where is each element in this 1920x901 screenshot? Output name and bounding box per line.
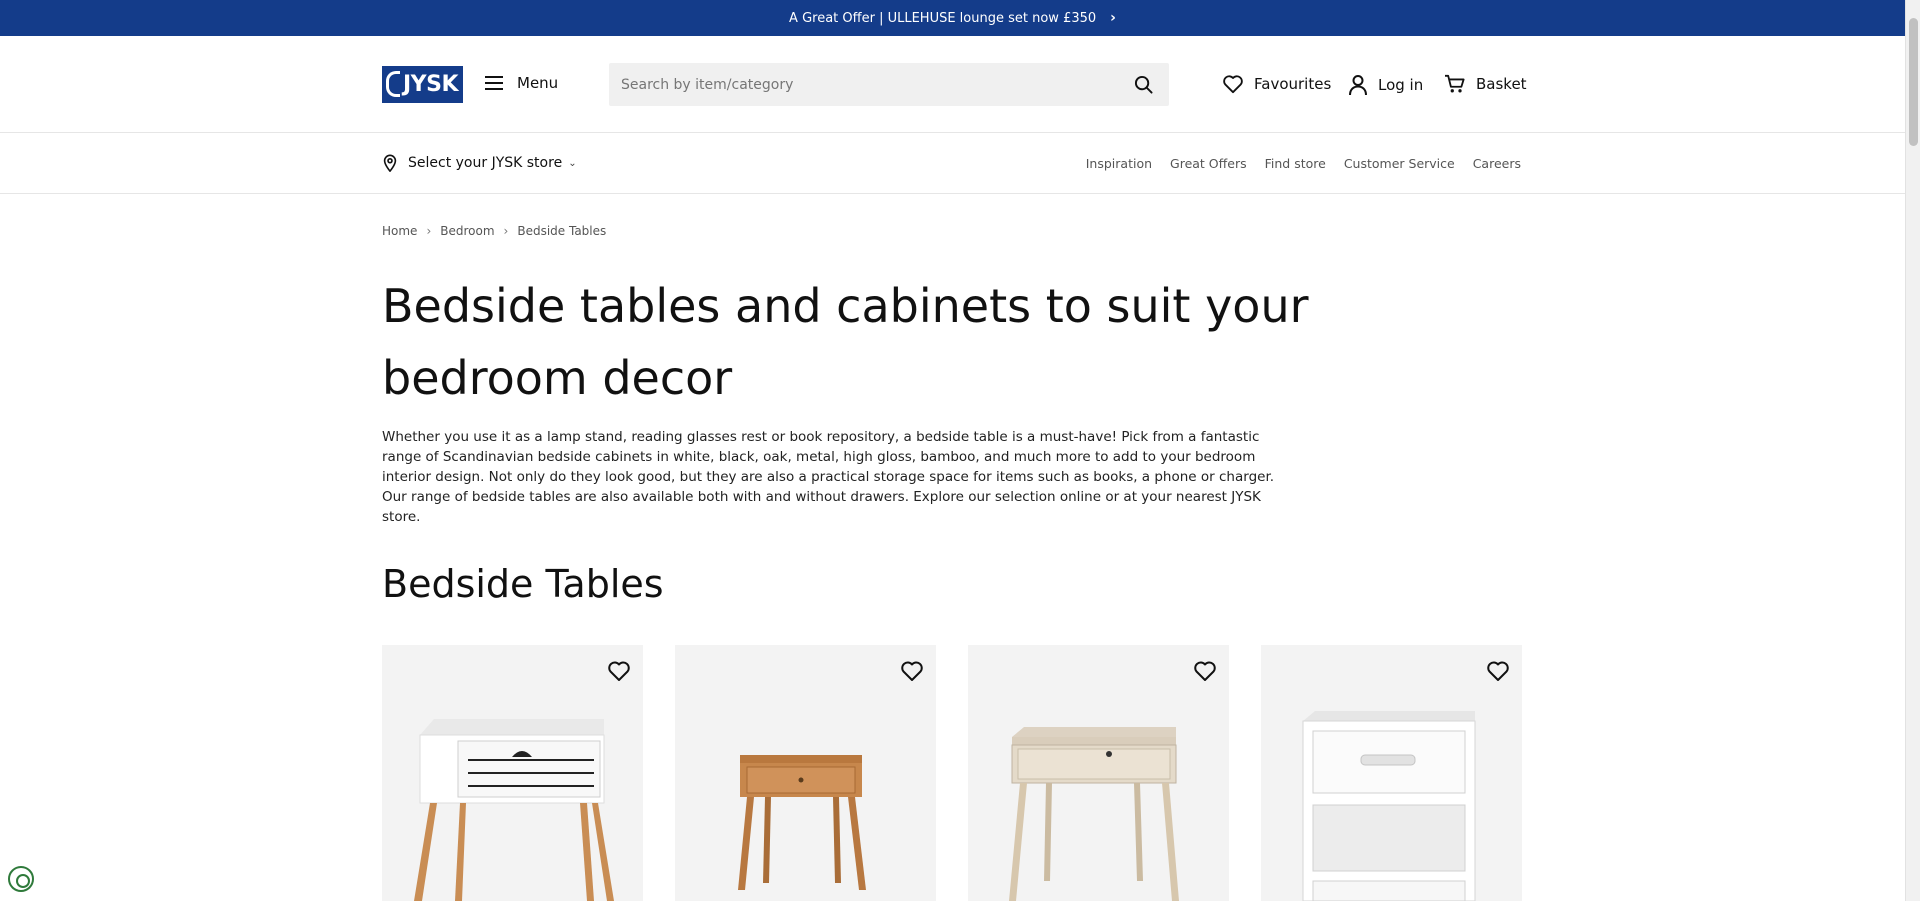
logo-text: JYSK [402, 72, 459, 97]
product-card[interactable] [675, 645, 936, 901]
product-image [1009, 727, 1179, 901]
store-label: Select your JYSK store [408, 155, 563, 171]
subnav-links: Inspiration Great Offers Find store Cust… [1086, 156, 1521, 171]
intro-text: Whether you use it as a lamp stand, read… [382, 429, 1275, 525]
breadcrumb-bedroom[interactable]: Bedroom [440, 224, 494, 238]
product-image [414, 719, 614, 901]
nav-careers[interactable]: Careers [1473, 156, 1521, 171]
accessibility-badge-icon[interactable] [8, 866, 34, 892]
product-card[interactable] [968, 645, 1229, 901]
breadcrumb-separator-icon: › [426, 224, 432, 238]
product-image [1302, 711, 1476, 901]
location-pin-icon [383, 154, 397, 172]
search-bar [609, 63, 1169, 106]
menu-label: Menu [517, 74, 559, 92]
jysk-logo[interactable]: JYSK [382, 66, 463, 103]
login-link[interactable]: Log in [1348, 74, 1423, 96]
nav-find-store[interactable]: Find store [1265, 156, 1326, 171]
login-label: Log in [1378, 76, 1424, 94]
heart-icon [1223, 75, 1243, 94]
search-icon[interactable] [1134, 75, 1153, 94]
chevron-down-icon: ⌄ [568, 157, 577, 169]
favourites-link[interactable]: Favourites [1222, 74, 1331, 94]
sub-navigation: Select your JYSK store ⌄ Inspiration Gre… [0, 134, 1905, 194]
breadcrumb: Home › Bedroom › Bedside Tables [382, 224, 606, 238]
basket-link[interactable]: Basket [1444, 74, 1527, 94]
logo-bird-icon [386, 71, 400, 97]
promo-banner[interactable]: A Great Offer | ULLEHUSE lounge set now … [0, 0, 1905, 36]
breadcrumb-home[interactable]: Home [382, 224, 417, 238]
basket-label: Basket [1476, 75, 1527, 93]
site-header: JYSK Menu Favourites Log in Basket [0, 36, 1905, 133]
page-title: Bedside tables and cabinets to suit your… [382, 279, 1309, 405]
search-input[interactable] [609, 63, 1109, 106]
promo-text[interactable]: A Great Offer | ULLEHUSE lounge set now … [789, 11, 1096, 26]
user-icon [1349, 75, 1367, 96]
page-scrollbar[interactable] [1905, 0, 1920, 901]
chevron-right-icon[interactable]: › [1110, 10, 1116, 26]
favourites-label: Favourites [1254, 75, 1332, 93]
product-card[interactable] [1261, 645, 1522, 901]
nav-great-offers[interactable]: Great Offers [1170, 156, 1247, 171]
cart-icon [1445, 74, 1465, 93]
product-image [738, 755, 866, 890]
nav-inspiration[interactable]: Inspiration [1086, 156, 1152, 171]
hamburger-icon [485, 76, 503, 90]
store-selector[interactable]: Select your JYSK store ⌄ [382, 154, 577, 172]
breadcrumb-current: Bedside Tables [517, 224, 607, 238]
section-title: Bedside Tables [382, 562, 664, 606]
breadcrumb-separator-icon: › [503, 224, 509, 238]
menu-button[interactable]: Menu [485, 74, 558, 92]
product-card[interactable] [382, 645, 643, 901]
nav-customer-service[interactable]: Customer Service [1344, 156, 1455, 171]
scrollbar-thumb[interactable] [1909, 18, 1918, 146]
